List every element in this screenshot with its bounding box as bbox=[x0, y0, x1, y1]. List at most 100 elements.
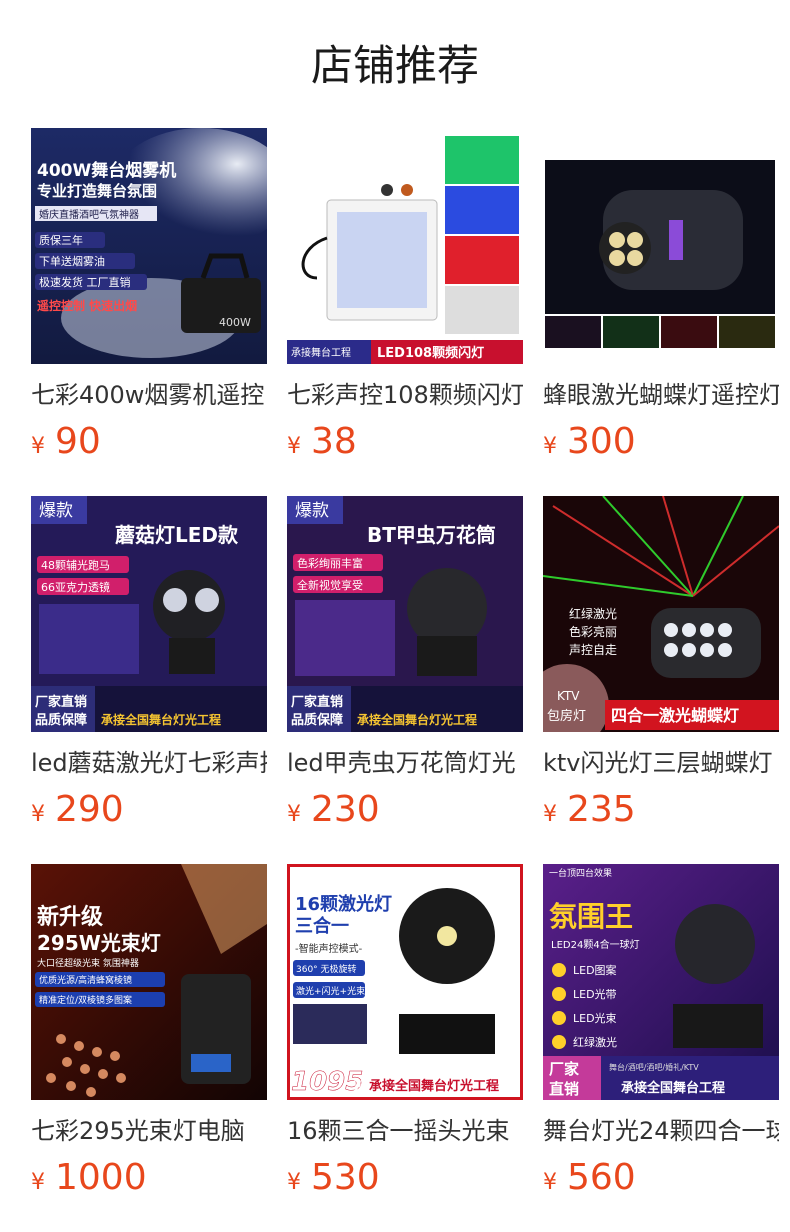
svg-text:下单送烟雾油: 下单送烟雾油 bbox=[39, 254, 105, 268]
svg-text:LED图案: LED图案 bbox=[573, 963, 617, 977]
svg-text:品质保障: 品质保障 bbox=[35, 712, 87, 728]
product-image[interactable]: 新升级 295W光束灯 大口径超级光束 氛围神器 优质光源/高清蜂窝棱镜 精准定… bbox=[31, 864, 267, 1100]
beam-light-295w-image: 新升级 295W光束灯 大口径超级光束 氛围神器 优质光源/高清蜂窝棱镜 精准定… bbox=[31, 864, 267, 1100]
svg-text:48颗辅光跑马: 48颗辅光跑马 bbox=[41, 558, 110, 572]
svg-text:品质保障: 品质保障 bbox=[291, 712, 343, 728]
svg-text:大口径超级光束 氛围神器: 大口径超级光束 氛围神器 bbox=[37, 957, 139, 969]
svg-text:KTV: KTV bbox=[557, 689, 580, 703]
product-card[interactable]: 新升级 295W光束灯 大口径超级光束 氛围神器 优质光源/高清蜂窝棱镜 精准定… bbox=[31, 864, 267, 1200]
svg-text:新升级: 新升级 bbox=[37, 904, 103, 930]
product-card[interactable]: 承接舞台工程 LED108颗频闪灯 七彩声控108颗频闪灯 ¥38 bbox=[287, 128, 523, 464]
svg-text:天: 天 bbox=[353, 1079, 365, 1093]
product-name[interactable]: 七彩400w烟雾机遥控 bbox=[31, 378, 267, 412]
svg-text:极速发货 工厂直销: 极速发货 工厂直销 bbox=[39, 275, 131, 289]
product-card[interactable]: 蜂眼激光蝴蝶灯遥控灯 ¥300 bbox=[543, 128, 779, 464]
svg-text:舞台/酒吧/酒吧/婚礼/KTV: 舞台/酒吧/酒吧/婚礼/KTV bbox=[609, 1062, 699, 1072]
product-card[interactable]: 爆款 BT甲虫万花筒 色彩绚丽丰富 全新视觉享受 厂家直销 品质保障 承接全国舞… bbox=[287, 496, 523, 832]
price-value: 90 bbox=[55, 421, 101, 462]
product-price: ¥235 bbox=[543, 788, 779, 832]
svg-text:蘑菇灯LED款: 蘑菇灯LED款 bbox=[115, 523, 239, 547]
product-image[interactable] bbox=[543, 128, 779, 364]
product-price: ¥290 bbox=[31, 788, 267, 832]
svg-text:承接全国舞台灯光工程: 承接全国舞台灯光工程 bbox=[101, 712, 221, 727]
product-name[interactable]: 七彩声控108颗频闪灯 bbox=[287, 378, 523, 412]
product-price: ¥90 bbox=[31, 420, 267, 464]
product-name[interactable]: 16颗三合一摇头光束 bbox=[287, 1114, 523, 1148]
product-name[interactable]: 蜂眼激光蝴蝶灯遥控灯 bbox=[543, 378, 779, 412]
svg-text:厂家直销: 厂家直销 bbox=[291, 694, 343, 710]
product-price: ¥1000 bbox=[31, 1156, 267, 1200]
svg-text:激光+闪光+光束: 激光+闪光+光束 bbox=[296, 985, 365, 997]
beetle-kaleidoscope-image: 爆款 BT甲虫万花筒 色彩绚丽丰富 全新视觉享受 厂家直销 品质保障 承接全国舞… bbox=[287, 496, 523, 732]
product-card[interactable]: 爆款 蘑菇灯LED款 48颗辅光跑马 66亚克力透镜 厂家直销 品质保障 承接全… bbox=[31, 496, 267, 832]
product-name[interactable]: ktv闪光灯三层蝴蝶灯 bbox=[543, 746, 779, 780]
svg-text:295W光束灯: 295W光束灯 bbox=[37, 931, 161, 955]
svg-text:婚庆直播酒吧气氛神器: 婚庆直播酒吧气氛神器 bbox=[39, 208, 139, 221]
currency-symbol: ¥ bbox=[543, 1170, 557, 1195]
currency-symbol: ¥ bbox=[287, 802, 301, 827]
product-name[interactable]: led蘑菇激光灯七彩声控 bbox=[31, 746, 267, 780]
product-price: ¥38 bbox=[287, 420, 523, 464]
svg-text:一台顶四台效果: 一台顶四台效果 bbox=[549, 867, 612, 879]
svg-text:声控自走: 声控自走 bbox=[569, 643, 617, 657]
price-value: 230 bbox=[311, 789, 380, 830]
currency-symbol: ¥ bbox=[287, 1170, 301, 1195]
atmosphere-king-image: 一台顶四台效果 氛围王 LED24颗4合一球灯 LED图案 LED光带 LED光… bbox=[543, 864, 779, 1100]
price-value: 1000 bbox=[55, 1157, 147, 1198]
mushroom-light-image: 爆款 蘑菇灯LED款 48颗辅光跑马 66亚克力透镜 厂家直销 品质保障 承接全… bbox=[31, 496, 267, 732]
product-image[interactable]: 一台顶四台效果 氛围王 LED24颗4合一球灯 LED图案 LED光带 LED光… bbox=[543, 864, 779, 1100]
product-price: ¥230 bbox=[287, 788, 523, 832]
page-title: 店铺推荐 bbox=[310, 41, 479, 90]
svg-text:66亚克力透镜: 66亚克力透镜 bbox=[41, 580, 110, 594]
product-name[interactable]: led甲壳虫万花筒灯光 bbox=[287, 746, 523, 780]
svg-text:专业打造舞台氛围: 专业打造舞台氛围 bbox=[37, 182, 157, 200]
svg-text:精准定位/双棱镜多图案: 精准定位/双棱镜多图案 bbox=[39, 994, 132, 1006]
product-card[interactable]: 400W舞台烟雾机 专业打造舞台氛围 婚庆直播酒吧气氛神器 质保三年 下单送烟雾… bbox=[31, 128, 267, 464]
svg-text:爆款: 爆款 bbox=[295, 501, 329, 521]
laser-3in1-image: 16颗激光灯 三合一 -智能声控模式- 360° 无极旋转 激光+闪光+光束 厂… bbox=[287, 864, 523, 1100]
svg-text:承接全国舞台灯光工程: 承接全国舞台灯光工程 bbox=[357, 712, 477, 727]
price-value: 290 bbox=[55, 789, 124, 830]
product-card[interactable]: 16颗激光灯 三合一 -智能声控模式- 360° 无极旋转 激光+闪光+光束 厂… bbox=[287, 864, 523, 1200]
svg-text:红绿激光: 红绿激光 bbox=[569, 606, 617, 621]
product-price: ¥300 bbox=[543, 420, 779, 464]
product-image[interactable]: 红绿激光 色彩亮丽 声控自走 KTV 包房灯 四合一激光蝴蝶灯 bbox=[543, 496, 779, 732]
product-card[interactable]: 红绿激光 色彩亮丽 声控自走 KTV 包房灯 四合一激光蝴蝶灯 ktv闪光灯三层… bbox=[543, 496, 779, 832]
svg-text:400W: 400W bbox=[219, 316, 251, 329]
product-image[interactable]: 爆款 BT甲虫万花筒 色彩绚丽丰富 全新视觉享受 厂家直销 品质保障 承接全国舞… bbox=[287, 496, 523, 732]
product-name[interactable]: 舞台灯光24颗四合一球灯 bbox=[543, 1114, 779, 1148]
svg-text:-智能声控模式-: -智能声控模式- bbox=[295, 942, 363, 955]
product-image[interactable]: 16颗激光灯 三合一 -智能声控模式- 360° 无极旋转 激光+闪光+光束 厂… bbox=[287, 864, 523, 1100]
svg-text:包房灯: 包房灯 bbox=[547, 708, 586, 724]
svg-text:360° 无极旋转: 360° 无极旋转 bbox=[296, 963, 357, 975]
price-value: 530 bbox=[311, 1157, 380, 1198]
svg-text:全新视觉享受: 全新视觉享受 bbox=[297, 578, 363, 592]
svg-text:LED24颗4合一球灯: LED24颗4合一球灯 bbox=[551, 938, 640, 951]
svg-text:质保三年: 质保三年 bbox=[39, 233, 83, 247]
svg-text:遥控控制 快速出烟: 遥控控制 快速出烟 bbox=[37, 298, 137, 313]
svg-text:直销: 直销 bbox=[549, 1080, 579, 1098]
svg-text:优质光源/高清蜂窝棱镜: 优质光源/高清蜂窝棱镜 bbox=[39, 974, 132, 986]
price-value: 235 bbox=[567, 789, 636, 830]
svg-text:三合一: 三合一 bbox=[295, 915, 349, 937]
product-card[interactable]: 一台顶四台效果 氛围王 LED24颗4合一球灯 LED图案 LED光带 LED光… bbox=[543, 864, 779, 1200]
svg-text:LED光带: LED光带 bbox=[573, 987, 617, 1001]
price-value: 560 bbox=[567, 1157, 636, 1198]
svg-text:400W舞台烟雾机: 400W舞台烟雾机 bbox=[37, 160, 176, 181]
product-image[interactable]: 承接舞台工程 LED108颗频闪灯 bbox=[287, 128, 523, 364]
svg-text:16颗激光灯: 16颗激光灯 bbox=[295, 893, 392, 915]
bee-eye-laser-image bbox=[543, 128, 779, 364]
svg-text:四合一激光蝴蝶灯: 四合一激光蝴蝶灯 bbox=[611, 706, 739, 725]
currency-symbol: ¥ bbox=[543, 434, 557, 459]
svg-text:承接舞台工程: 承接舞台工程 bbox=[291, 346, 351, 359]
price-value: 38 bbox=[311, 421, 357, 462]
ktv-butterfly-image: 红绿激光 色彩亮丽 声控自走 KTV 包房灯 四合一激光蝴蝶灯 bbox=[543, 496, 779, 732]
product-image[interactable]: 400W舞台烟雾机 专业打造舞台氛围 婚庆直播酒吧气氛神器 质保三年 下单送烟雾… bbox=[31, 128, 267, 364]
svg-text:爆款: 爆款 bbox=[39, 501, 73, 521]
product-price: ¥530 bbox=[287, 1156, 523, 1200]
product-name[interactable]: 七彩295光束灯电脑 bbox=[31, 1114, 267, 1148]
svg-text:色彩绚丽丰富: 色彩绚丽丰富 bbox=[297, 556, 363, 570]
currency-symbol: ¥ bbox=[31, 1170, 45, 1195]
svg-text:红绿激光: 红绿激光 bbox=[573, 1035, 617, 1049]
product-image[interactable]: 爆款 蘑菇灯LED款 48颗辅光跑马 66亚克力透镜 厂家直销 品质保障 承接全… bbox=[31, 496, 267, 732]
